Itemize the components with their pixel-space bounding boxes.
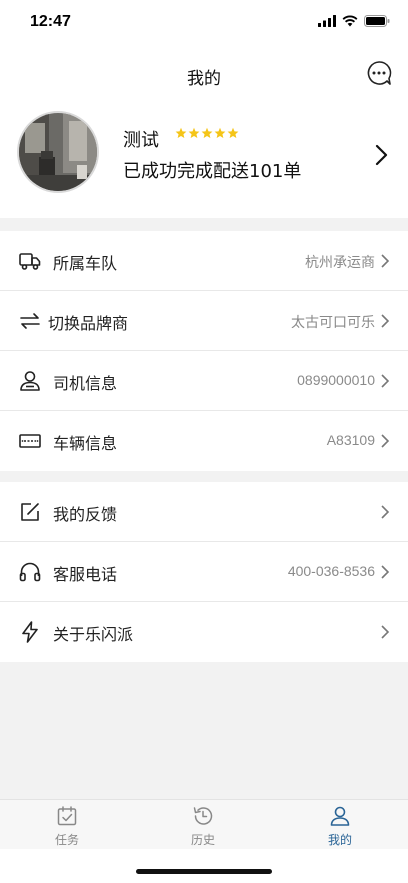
star-icon — [201, 127, 213, 138]
chevron-right-icon — [381, 254, 390, 268]
menu-row-feedback[interactable]: 我的反馈 — [0, 482, 408, 542]
avatar — [17, 111, 99, 193]
tab-label: 我的 — [327, 833, 352, 847]
truck-icon — [19, 253, 41, 270]
lightning-icon — [22, 621, 38, 643]
menu-value: 0899000010 — [297, 372, 375, 388]
chevron-right-icon — [381, 434, 390, 448]
user-name: 测试 — [123, 130, 159, 151]
tab-bar: 任务 历史 我的 — [0, 799, 408, 849]
menu-label: 客服电话 — [53, 565, 118, 584]
home-indicator-area — [0, 849, 408, 883]
menu-row-about[interactable]: 关于乐闪派 — [0, 602, 408, 662]
avatar-photo — [19, 113, 97, 191]
menu-row-vehicle-info[interactable]: 车辆信息 A83109 — [0, 411, 408, 471]
menu-label: 司机信息 — [53, 374, 118, 393]
menu-value: 400-036-8536 — [287, 563, 375, 579]
menu-label: 车辆信息 — [53, 434, 118, 453]
rating-stars — [175, 127, 239, 139]
chevron-right-icon — [381, 374, 390, 388]
profile-card[interactable]: 测试 已成功完成配送101单 — [0, 100, 408, 218]
menu-group-account: 所属车队 杭州承运商 切换品牌商 太古可口可乐 司机信息 0899000010 … — [0, 231, 408, 471]
menu-row-fleet[interactable]: 所属车队 杭州承运商 — [0, 231, 408, 291]
star-icon — [175, 127, 187, 138]
history-clock-icon — [193, 807, 213, 825]
menu-row-switch-brand[interactable]: 切换品牌商 太古可口可乐 — [0, 291, 408, 351]
star-icon — [188, 127, 200, 138]
menu-row-driver-info[interactable]: 司机信息 0899000010 — [0, 351, 408, 411]
edit-icon — [21, 503, 39, 521]
menu-group-support: 我的反馈 客服电话 400-036-8536 关于乐闪派 — [0, 482, 408, 662]
swap-arrows-icon — [20, 313, 40, 329]
cellular-signal-icon — [318, 15, 336, 27]
person-icon — [330, 806, 350, 826]
chevron-right-icon[interactable] — [374, 144, 388, 166]
menu-value: A83109 — [326, 432, 375, 448]
home-indicator[interactable] — [136, 869, 272, 874]
message-bubble-icon[interactable] — [366, 60, 392, 86]
chevron-right-icon — [381, 565, 390, 579]
tab-tasks[interactable]: 任务 — [27, 804, 107, 848]
chevron-right-icon — [381, 314, 390, 328]
calendar-check-icon — [57, 806, 77, 826]
page-title: 我的 — [187, 69, 221, 89]
menu-value: 太古可口可乐 — [291, 314, 375, 330]
tab-label: 任务 — [54, 833, 79, 847]
driver-icon — [20, 371, 40, 391]
chevron-right-icon — [381, 625, 390, 639]
chevron-right-icon — [381, 505, 390, 519]
tab-mine[interactable]: 我的 — [300, 804, 380, 848]
star-icon — [214, 127, 226, 138]
star-icon — [227, 127, 239, 138]
tab-history[interactable]: 历史 — [163, 804, 243, 848]
wifi-icon — [342, 15, 358, 27]
status-icons — [318, 15, 390, 27]
navigation-bar: 我的 — [0, 48, 408, 100]
battery-icon — [364, 15, 390, 27]
status-time: 12:47 — [30, 13, 71, 30]
delivery-summary: 已成功完成配送101单 — [123, 161, 302, 182]
menu-label: 关于乐闪派 — [53, 625, 134, 644]
status-bar: 12:47 — [0, 0, 408, 48]
menu-value: 杭州承运商 — [305, 254, 375, 270]
menu-row-customer-service[interactable]: 客服电话 400-036-8536 — [0, 542, 408, 602]
menu-label: 我的反馈 — [53, 505, 118, 524]
headphones-icon — [19, 562, 41, 582]
menu-label: 切换品牌商 — [48, 314, 129, 333]
menu-label: 所属车队 — [53, 254, 118, 273]
license-plate-icon — [19, 434, 41, 448]
tab-label: 历史 — [190, 833, 215, 847]
